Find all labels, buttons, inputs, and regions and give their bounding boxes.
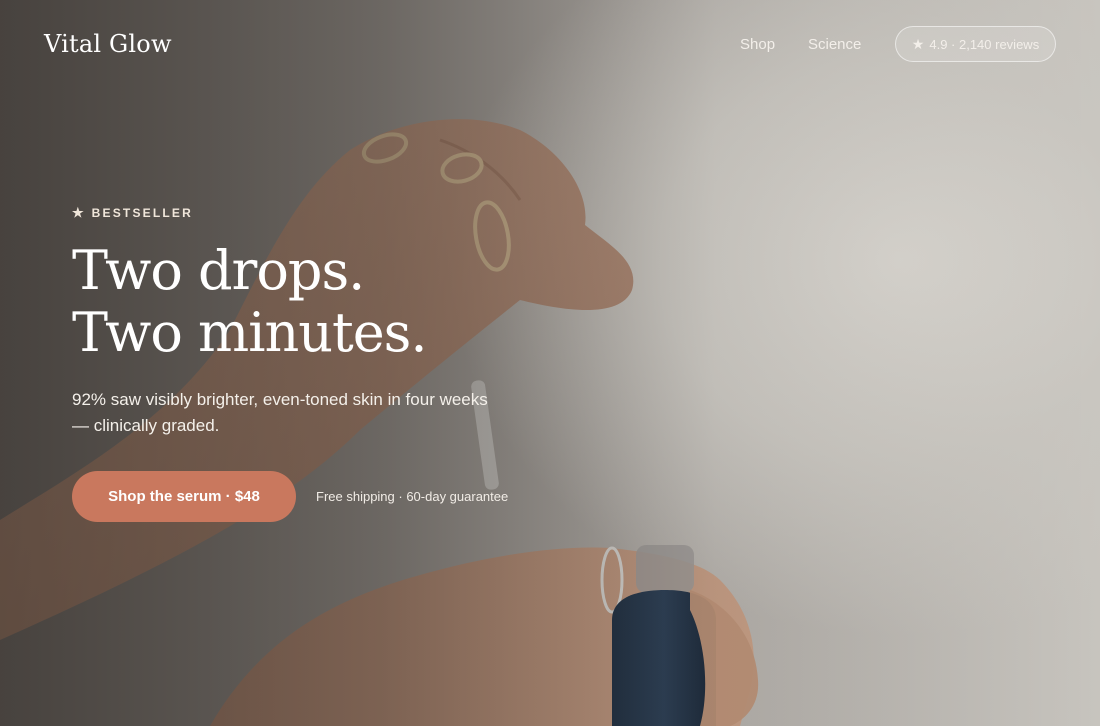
rating-pill[interactable]: ★ 4.9 · 2,140 reviews: [895, 26, 1056, 62]
hero-headline: Two drops. Two minutes.: [72, 239, 428, 364]
headline-line-2: Two minutes.: [72, 301, 428, 364]
star-icon: ★: [911, 35, 925, 52]
hero-subcopy: 92% saw visibly brighter, even-toned ski…: [72, 390, 488, 435]
nav-link-science[interactable]: Science: [808, 36, 861, 53]
shipping-guarantee-note: Free shipping · 60-day guarantee: [316, 489, 509, 504]
badge-label: BESTSELLER: [91, 206, 193, 220]
brand-logo[interactable]: Vital Glow: [44, 30, 172, 58]
shop-the-serum-button[interactable]: Shop the serum · $48: [72, 471, 296, 522]
bestseller-badge: ★ BESTSELLER: [72, 205, 193, 221]
nav-link-shop[interactable]: Shop: [740, 36, 775, 53]
star-icon: ★: [72, 205, 84, 220]
rating-text: 4.9 · 2,140 reviews: [929, 36, 1040, 52]
top-navigation: Vital Glow Shop Science ★ 4.9 · 2,140 re…: [0, 0, 1100, 90]
headline-line-1: Two drops.: [72, 239, 365, 302]
